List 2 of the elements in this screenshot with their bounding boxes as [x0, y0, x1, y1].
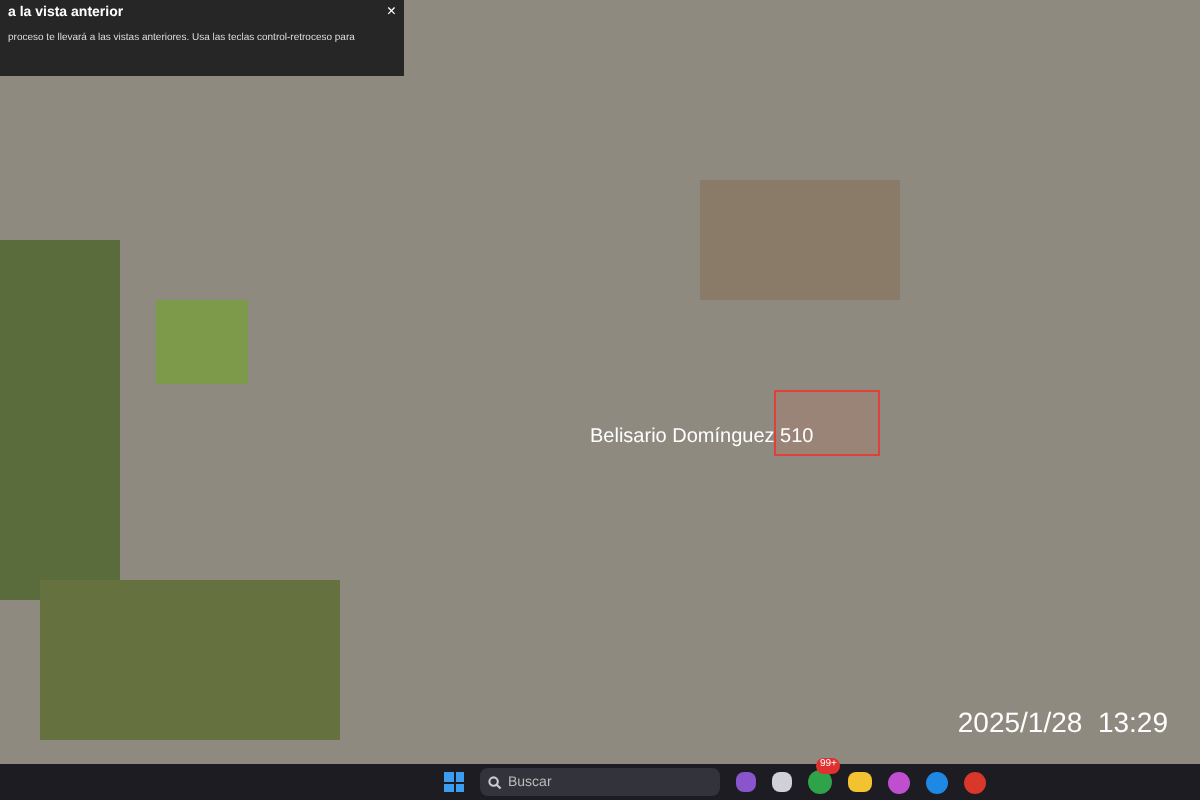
close-button[interactable]: × — [386, 4, 396, 20]
timestamp: 2025/1/28 13:29 — [957, 706, 1168, 738]
